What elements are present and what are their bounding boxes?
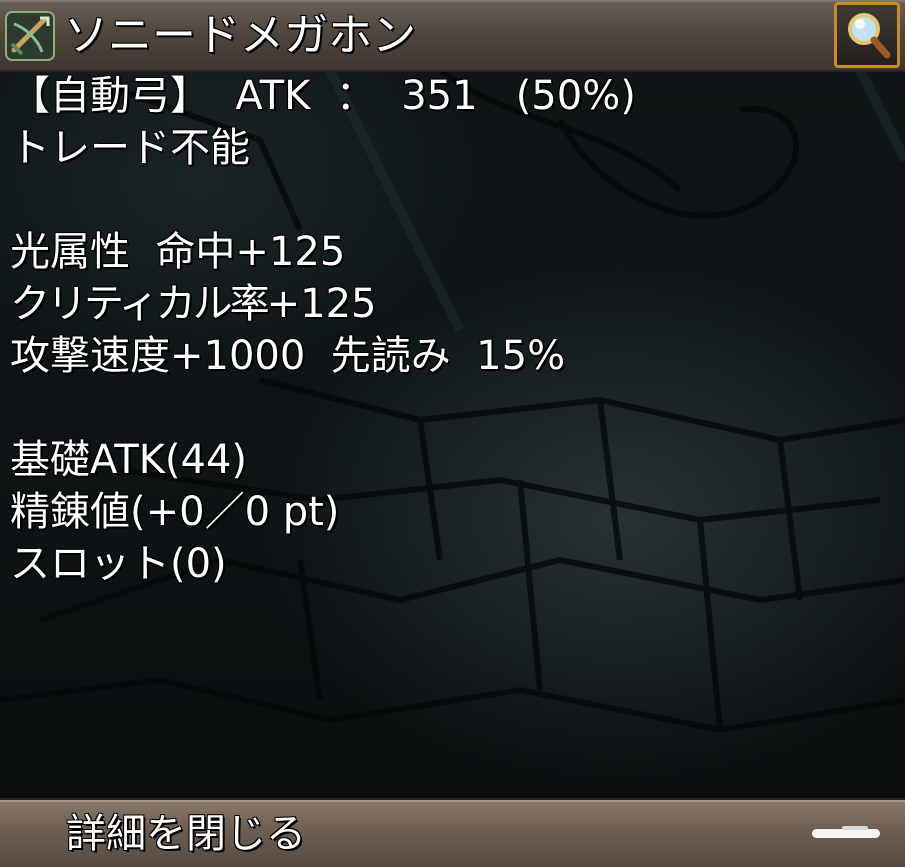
stat-line-attack-speed: 攻撃速度+1000 先読み 15% — [10, 333, 566, 379]
close-details-button[interactable]: 詳細を閉じる — [0, 800, 905, 867]
base-atk-text: 基礎ATK(44) — [10, 437, 248, 483]
trade-restriction-text: トレード不能 — [10, 125, 250, 171]
bottom-bar: 詳細を閉じる — [0, 798, 905, 867]
weapon-type-atk-line: 【自動弓】 ATK ： 351 (50%) — [10, 73, 636, 119]
swipe-handle-icon — [812, 826, 880, 838]
magnifier-icon — [848, 13, 891, 59]
critical-rate-label: クリティカル率 — [10, 281, 270, 327]
item-name-title: ソニードメガホン — [64, 10, 416, 61]
title-bar: ソニードメガホン — [0, 0, 905, 72]
critical-rate-value: +125 — [266, 281, 377, 327]
stat-line-critical: クリティカル率+125 — [10, 278, 376, 330]
slot-count-text: スロット(0) — [10, 541, 227, 587]
search-button[interactable] — [834, 2, 900, 68]
crossbow-icon — [4, 10, 56, 62]
stat-line-element-hit: 光属性 命中+125 — [10, 229, 346, 275]
close-details-label: 詳細を閉じる — [66, 811, 306, 857]
refine-value-text: 精錬値(+0／0 pt) — [10, 489, 340, 535]
